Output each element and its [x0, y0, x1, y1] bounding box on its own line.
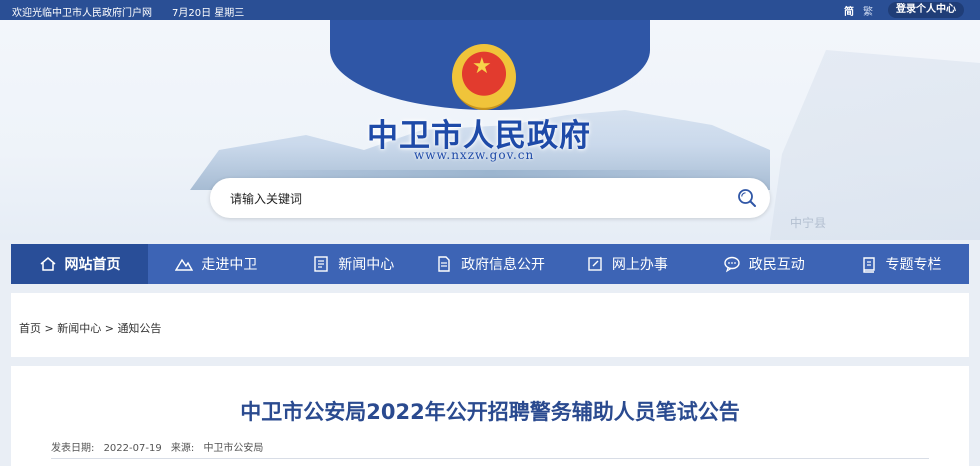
publish-date: 2022-07-19: [103, 443, 162, 454]
map-background: [760, 50, 980, 240]
nav-item-interaction[interactable]: 政民互动: [695, 244, 832, 284]
nav-item-about[interactable]: 走进中卫: [148, 244, 285, 284]
news-icon: [314, 256, 328, 272]
search-input[interactable]: [228, 188, 712, 210]
site-url: www.nxzw.gov.cn: [414, 148, 535, 162]
home-icon: [40, 257, 55, 271]
divider: [51, 458, 929, 459]
nav-label: 走进中卫: [201, 257, 258, 273]
nav-item-special-topics[interactable]: 专题专栏: [832, 244, 969, 284]
document-icon: [438, 256, 450, 272]
breadcrumb-separator: >: [104, 322, 114, 335]
search-icon[interactable]: [737, 188, 757, 208]
nav-item-online-services[interactable]: 网上办事: [558, 244, 695, 284]
nav-label: 网站首页: [64, 257, 121, 273]
breadcrumb-news[interactable]: 新闻中心: [57, 322, 101, 335]
mountain-icon: [175, 258, 194, 271]
nav-item-home[interactable]: 网站首页: [11, 244, 148, 284]
main-nav: 网站首页 走进中卫 新闻中心 政府信息公开 网上办事 政民互动 专题专栏: [11, 244, 969, 284]
nav-label: 政府信息公开: [461, 257, 546, 273]
chat-icon: [724, 256, 740, 273]
map-label: 中宁县: [790, 216, 827, 230]
nav-label: 专题专栏: [885, 257, 942, 273]
nav-item-gov-info[interactable]: 政府信息公开: [422, 244, 559, 284]
breadcrumb-home[interactable]: 首页: [19, 322, 41, 335]
breadcrumb-notices[interactable]: 通知公告: [117, 322, 161, 335]
article-meta: 发表日期: 2022-07-19 来源: 中卫市公安局: [51, 439, 269, 454]
date-label: 发表日期:: [51, 443, 95, 454]
nav-label: 新闻中心: [338, 257, 395, 273]
breadcrumb-panel: 首页 > 新闻中心 > 通知公告: [11, 293, 969, 357]
login-button[interactable]: 登录个人中心: [888, 2, 964, 18]
nav-label: 政民互动: [748, 257, 805, 273]
date-text: 7月20日 星期三: [172, 8, 245, 19]
source: 中卫市公安局: [203, 443, 264, 454]
edit-icon: [588, 257, 602, 271]
traditional-chinese-link[interactable]: 繁: [863, 3, 873, 18]
site-header: 中宁县 ★ 中卫市人民政府 www.nxzw.gov.cn: [0, 20, 980, 240]
article-title: 中卫市公安局2022年公开招聘警务辅助人员笔试公告: [240, 400, 740, 424]
nav-item-news[interactable]: 新闻中心: [285, 244, 422, 284]
source-label: 来源:: [170, 443, 195, 454]
breadcrumb: 首页 > 新闻中心 > 通知公告: [19, 320, 161, 336]
search-box: [210, 178, 770, 218]
breadcrumb-separator: >: [44, 322, 54, 335]
article: 中卫市公安局2022年公开招聘警务辅助人员笔试公告 发表日期: 2022-07-…: [11, 366, 969, 466]
simplified-chinese-link[interactable]: 简: [844, 3, 854, 18]
welcome-text: 欢迎光临中卫市人民政府门户网: [12, 8, 152, 19]
book-icon: [862, 257, 875, 273]
national-emblem-icon: ★: [452, 44, 516, 110]
top-bar: 欢迎光临中卫市人民政府门户网 7月20日 星期三 简 繁 登录个人中心: [0, 0, 980, 20]
nav-label: 网上办事: [611, 257, 668, 273]
